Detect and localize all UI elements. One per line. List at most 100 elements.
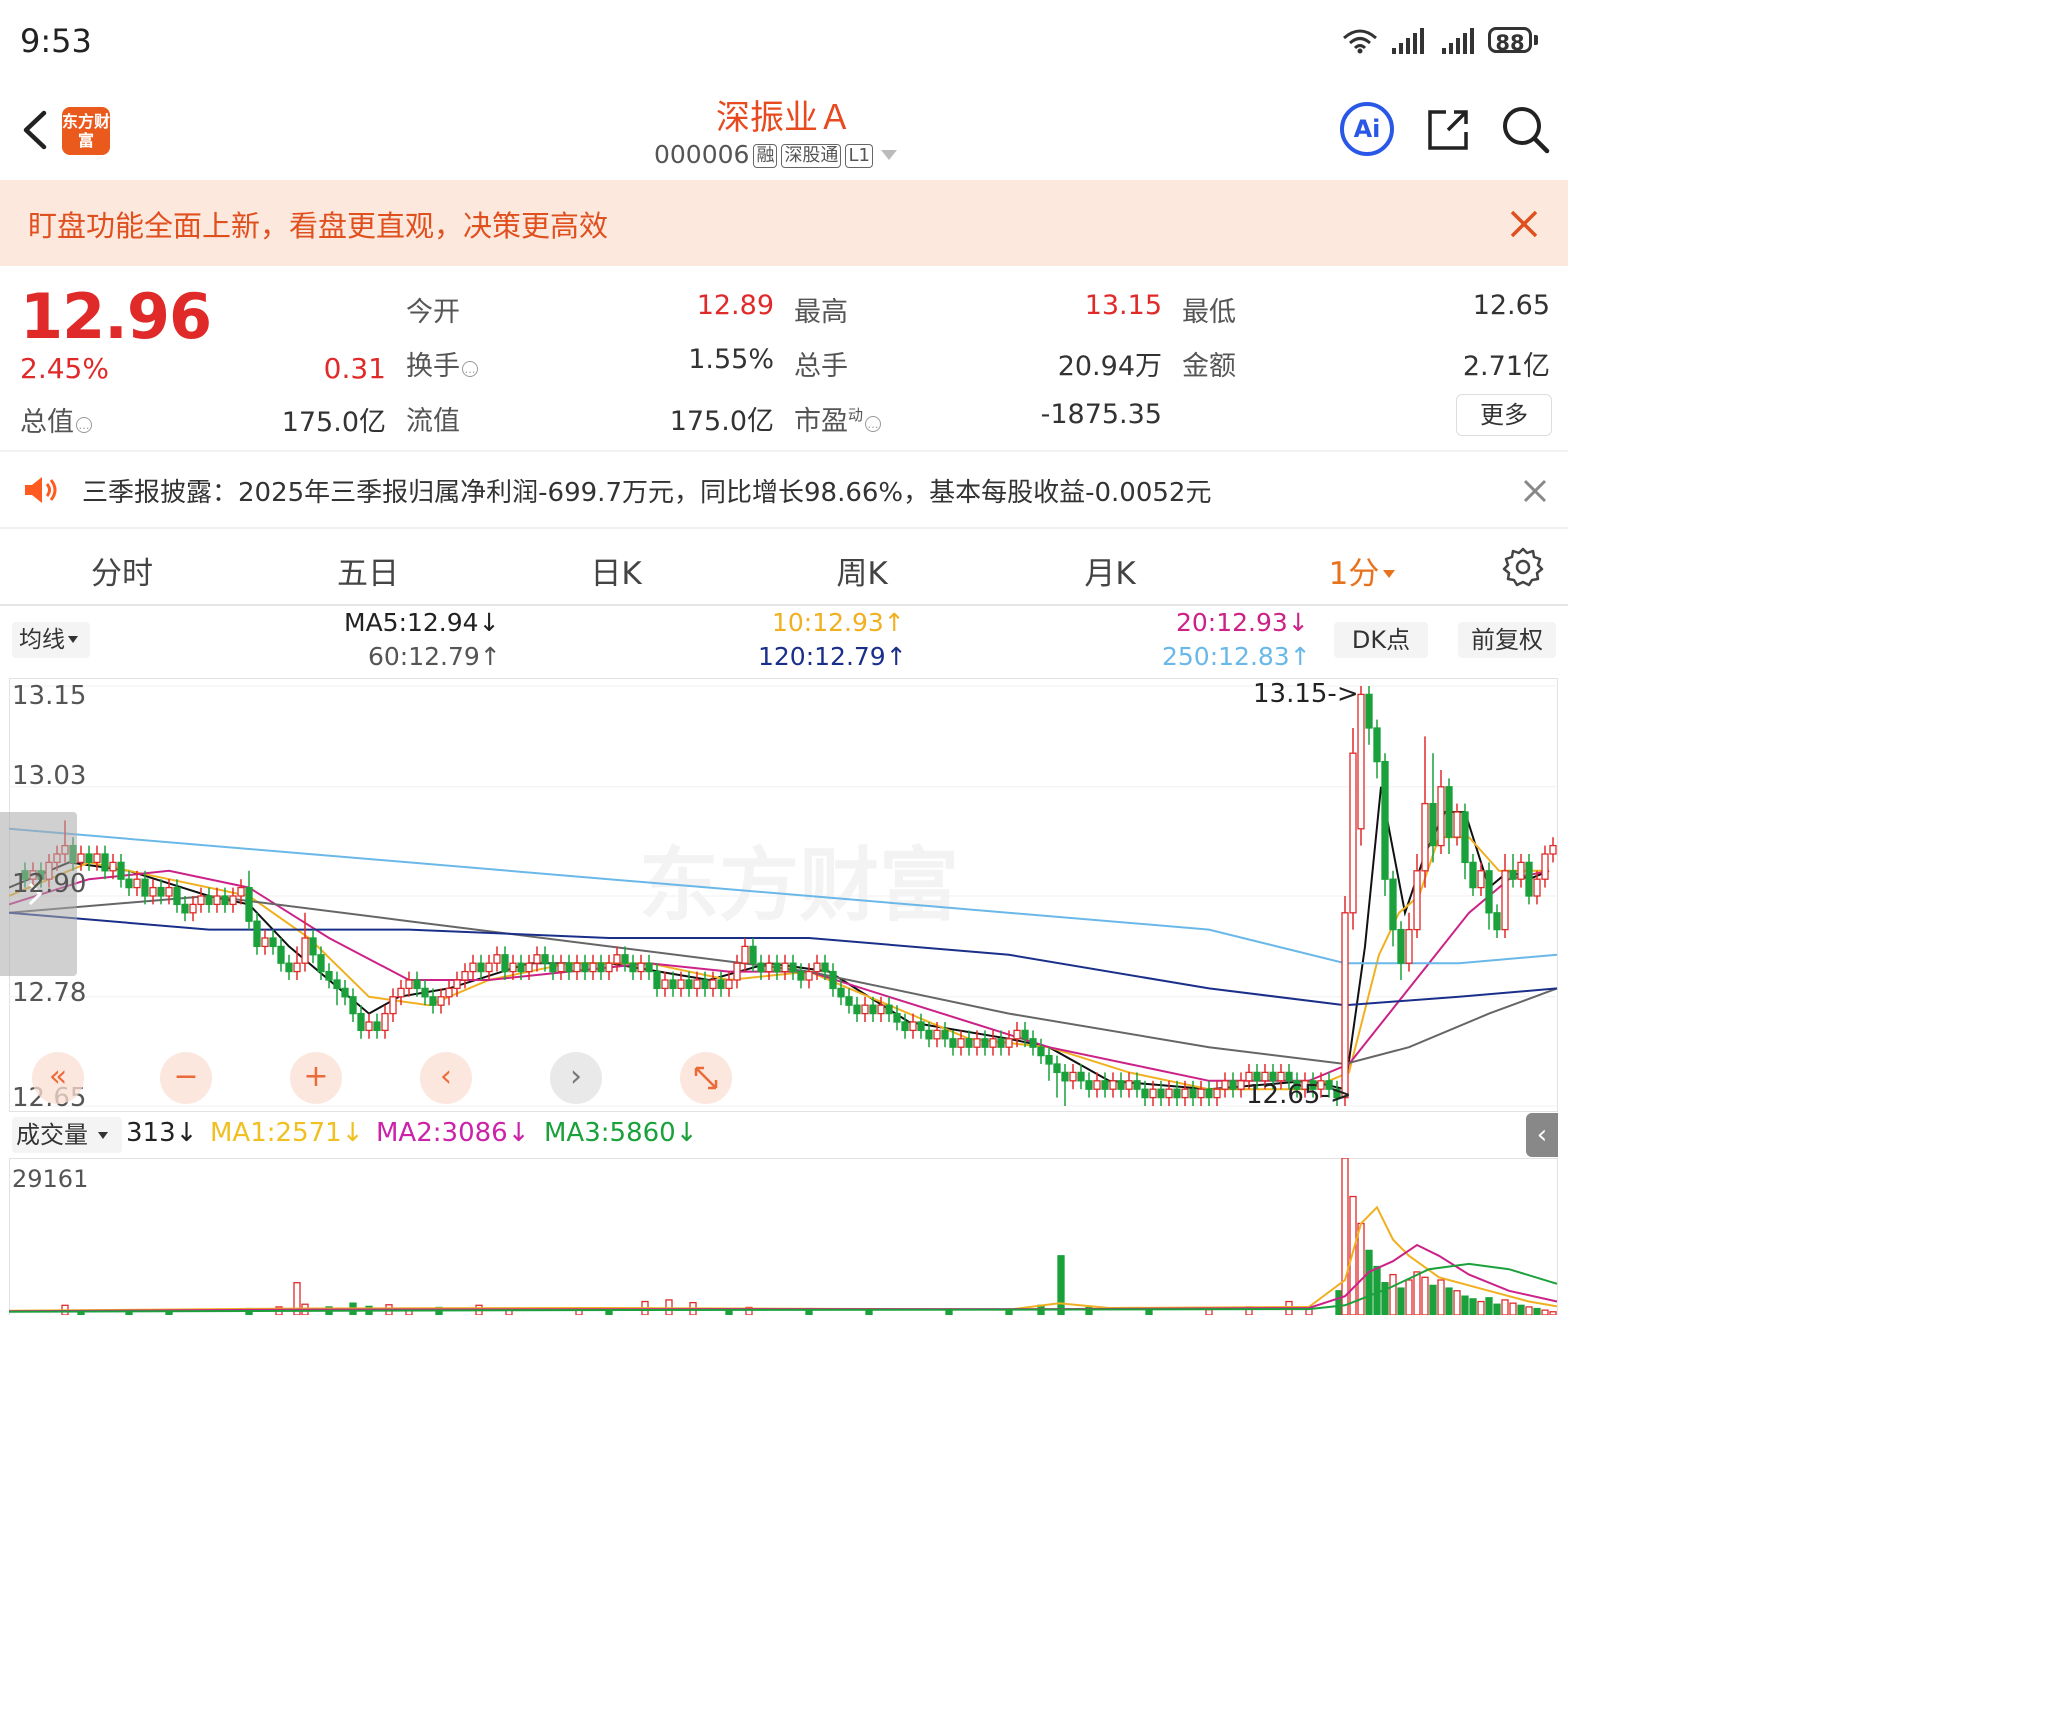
tab-monthly-k[interactable]: 月K [1050, 548, 1170, 593]
candle-body [645, 962, 653, 973]
dk-point-button[interactable]: DK点 [1334, 622, 1428, 658]
candle [245, 870, 253, 930]
volume-bar [1397, 1287, 1405, 1315]
notice-text[interactable]: 三季报披露：2025年三季报归属净利润-699.7万元，同比增长98.66%，基… [82, 472, 1211, 509]
kline-chart[interactable]: 东方财富 [9, 678, 1558, 1112]
high-marker: 13.15-> [1253, 679, 1359, 709]
candle-body [517, 962, 525, 973]
volume-bar [1525, 1306, 1533, 1315]
low-value: 12.65 [1472, 290, 1550, 321]
divider [0, 450, 1568, 452]
ma5-value: MA5:12.94↓ [344, 608, 500, 637]
volume-bar [1549, 1311, 1557, 1315]
scroll-left-button[interactable]: ‹ [420, 1052, 472, 1104]
volume-chart[interactable] [9, 1158, 1558, 1315]
candle [1037, 1038, 1045, 1064]
tag-level: L1 [845, 144, 873, 168]
ma250-value: 250:12.83↑ [1162, 642, 1311, 671]
volume-select[interactable]: 成交量 [12, 1117, 122, 1153]
candle-body [117, 861, 125, 880]
tab-daily-k[interactable]: 日K [556, 548, 676, 593]
candle-body [789, 962, 797, 973]
volume-bar [1541, 1309, 1549, 1315]
candle-body [741, 945, 749, 964]
close-icon[interactable] [1506, 206, 1542, 242]
candle-body [405, 979, 413, 990]
candle [1461, 803, 1469, 880]
candle-body [869, 1004, 877, 1015]
ai-button[interactable]: Ai [1340, 102, 1394, 156]
candle-body [1005, 1038, 1013, 1048]
stock-code-row[interactable]: 000006 融深股通 L1 [654, 140, 897, 169]
low-marker: 12.65-> [1246, 1080, 1352, 1110]
candle [1133, 1072, 1141, 1098]
candle-body [989, 1038, 997, 1048]
volume-bar [1365, 1249, 1373, 1315]
candle [1173, 1080, 1181, 1106]
candle [1525, 854, 1533, 905]
ma60-value: 60:12.79↑ [368, 642, 501, 671]
tab-intraday[interactable]: 分时 [62, 548, 182, 593]
turnover-label[interactable]: 换手… [406, 344, 478, 383]
candle-body [677, 979, 685, 990]
candle [557, 954, 565, 980]
candle-body [549, 962, 557, 973]
candle-body [749, 945, 757, 964]
candle [1405, 912, 1413, 972]
candle-body [197, 895, 205, 906]
candle-body [525, 962, 533, 973]
candle-body [765, 962, 773, 973]
candle [597, 954, 605, 980]
candle [997, 1030, 1005, 1056]
volume-side-handle[interactable]: ‹ [1526, 1113, 1558, 1157]
candle [1493, 904, 1501, 938]
candle-body [509, 962, 517, 973]
more-button[interactable]: 更多 [1456, 394, 1552, 436]
back-arrow-icon[interactable] [18, 105, 58, 155]
candle-body [885, 1004, 893, 1015]
tab-five-day[interactable]: 五日 [308, 548, 428, 593]
candle [205, 887, 213, 913]
candle-body [1485, 870, 1493, 914]
volume-bar [1437, 1279, 1445, 1315]
candle-body [325, 970, 333, 981]
candle-body [573, 962, 581, 973]
candle-body [901, 1021, 909, 1032]
candle-body [1021, 1029, 1029, 1040]
tab-1min[interactable]: 1分 [1302, 548, 1422, 593]
candle-body [413, 979, 421, 990]
candle-body [109, 861, 117, 872]
scroll-left-fast-button[interactable]: « [32, 1052, 84, 1104]
candle-body [469, 962, 477, 973]
share-icon[interactable] [1424, 106, 1472, 154]
ma-select[interactable]: 均线 [12, 622, 90, 658]
candle [1445, 778, 1453, 854]
candle [565, 954, 573, 980]
candle [1365, 686, 1373, 745]
candle-body [1125, 1080, 1133, 1090]
candle [269, 929, 277, 955]
tab-weekly-k[interactable]: 周K [802, 548, 922, 593]
volume-line-ma1 [9, 1205, 1558, 1312]
candle-body [93, 853, 101, 864]
candle-body [1157, 1088, 1165, 1099]
candle-body [1397, 928, 1405, 964]
candle-body [685, 979, 693, 990]
candle [1101, 1072, 1109, 1098]
candle-body [1213, 1088, 1221, 1099]
candle-body [1413, 870, 1421, 931]
search-icon[interactable] [1500, 104, 1552, 156]
gear-icon[interactable] [1502, 546, 1544, 588]
scroll-right-button[interactable]: › [550, 1052, 602, 1104]
zoom-out-button[interactable]: − [160, 1052, 212, 1104]
volume-bar [1469, 1298, 1477, 1315]
pe-label[interactable]: 市盈动… [794, 399, 882, 438]
zoom-in-button[interactable]: + [290, 1052, 342, 1104]
volume-bar [1341, 1158, 1349, 1315]
candle [1469, 854, 1477, 896]
price-adjust-button[interactable]: 前复权 [1458, 622, 1556, 658]
fullscreen-button[interactable] [680, 1052, 732, 1104]
close-icon[interactable] [1520, 476, 1550, 506]
total-value-label[interactable]: 总值… [20, 400, 92, 439]
candle [85, 845, 93, 871]
